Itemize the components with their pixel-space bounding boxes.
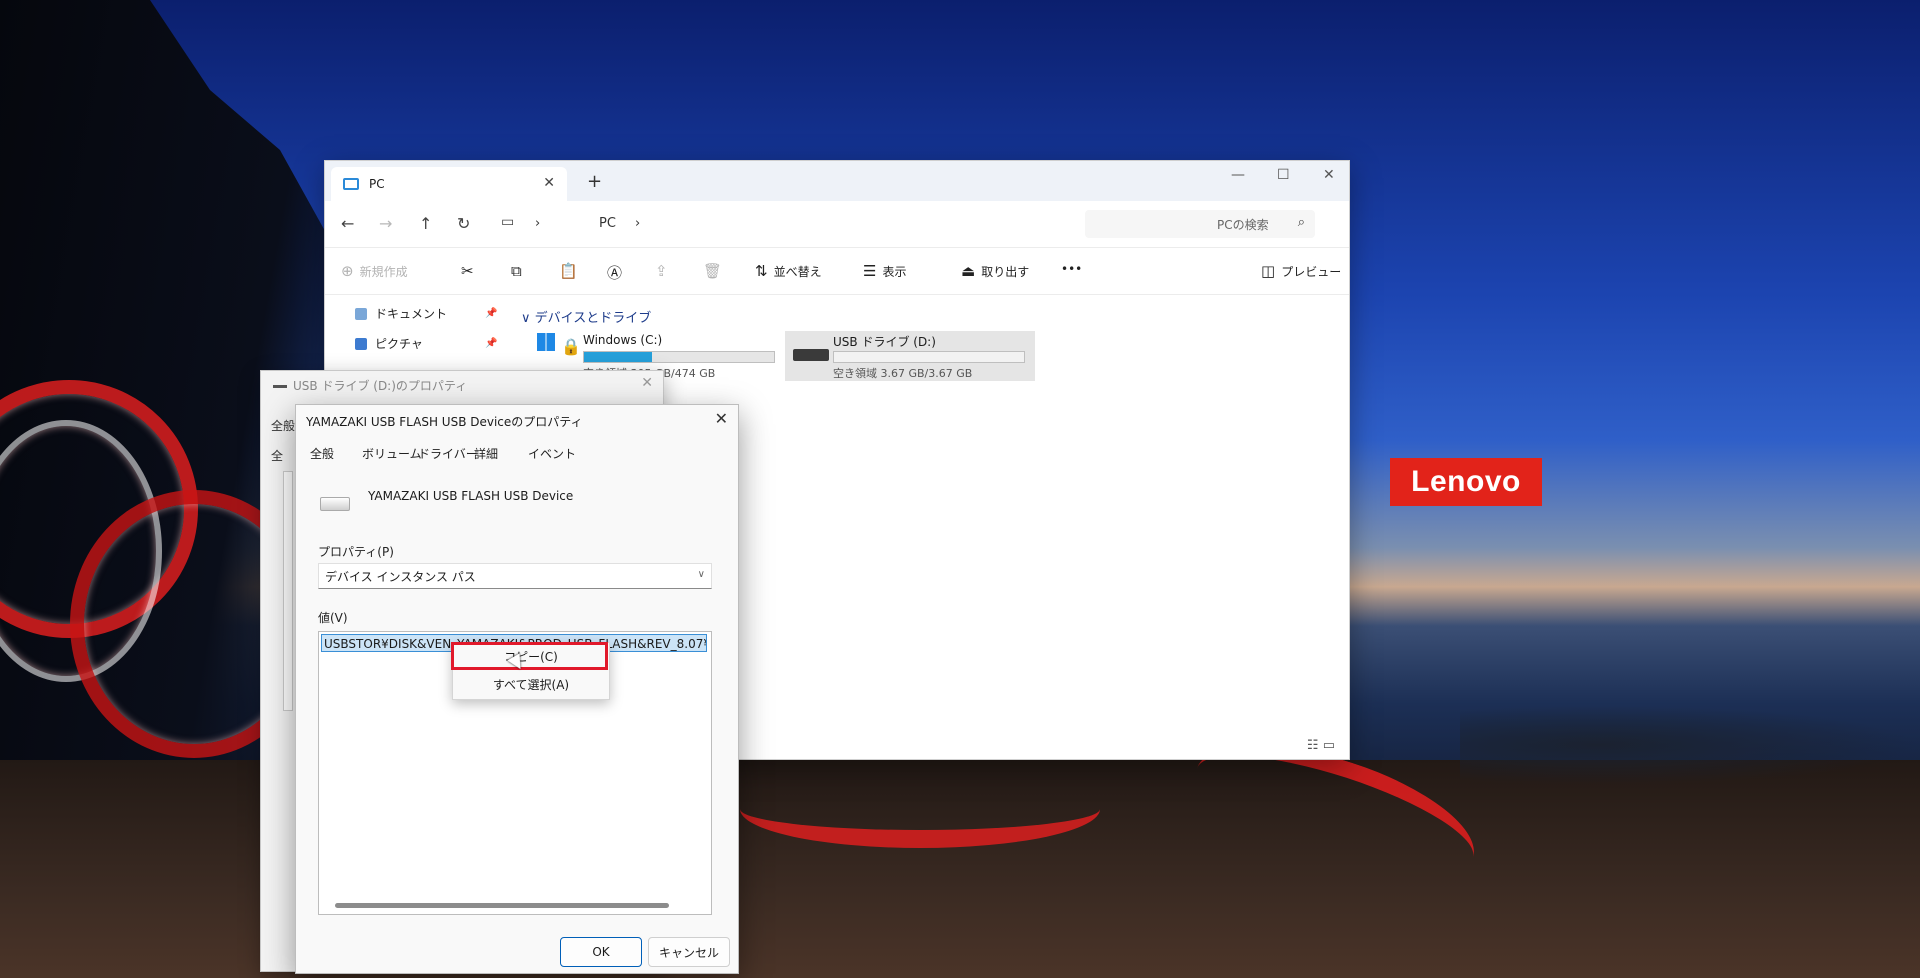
pin-icon: 📌: [485, 308, 498, 319]
drive-icon: [273, 385, 287, 388]
eject-icon: ⏏: [961, 262, 976, 280]
rename-icon[interactable]: Ⓐ: [607, 262, 622, 283]
forward-arrow-icon[interactable]: →: [379, 214, 392, 233]
maximize-button[interactable]: ☐: [1277, 167, 1290, 183]
command-bar: ⊕ 新規作成 ✂ ⧉ 📋 Ⓐ ⇪ 🗑 ⇅ 並べ替え ☰ 表示 ⏏ 取り出す ••…: [325, 247, 1349, 295]
tab-events[interactable]: イベント: [528, 445, 576, 462]
lenovo-logo: Lenovo: [1390, 458, 1542, 506]
tab-label: PC: [369, 177, 385, 191]
cut-icon[interactable]: ✂: [461, 262, 474, 280]
monitor-icon[interactable]: ▭: [501, 214, 514, 230]
share-icon[interactable]: ⇪: [655, 262, 668, 280]
usb-drive-icon: [793, 349, 829, 361]
tab-bar: PC ✕ + — ☐ ✕: [325, 161, 1349, 201]
view-toggle-icons[interactable]: ☷ ▭: [1307, 738, 1335, 753]
picture-icon: [355, 337, 367, 350]
new-button[interactable]: ⊕ 新規作成: [341, 262, 408, 280]
more-options-button[interactable]: •••: [1061, 262, 1082, 276]
close-icon[interactable]: ✕: [715, 409, 728, 428]
address-bar: ← → ↑ ↻ ▭ › PC › PCの検索 ⌕: [325, 201, 1349, 247]
chevron-right-icon[interactable]: ›: [635, 216, 640, 231]
sidebar-item-documents[interactable]: ドキュメント 📌: [355, 305, 497, 322]
monitor-icon: [343, 178, 359, 190]
chevron-right-icon[interactable]: ›: [535, 216, 540, 231]
up-arrow-icon[interactable]: ↑: [419, 214, 432, 233]
plus-circle-icon: ⊕: [341, 262, 354, 280]
tab-details[interactable]: 詳細: [474, 445, 498, 462]
ok-button[interactable]: OK: [560, 937, 642, 967]
search-box[interactable]: PCの検索 ⌕: [1085, 210, 1315, 238]
copy-icon[interactable]: ⧉: [511, 262, 522, 280]
usb-drive-icon: [320, 497, 350, 511]
sort-button[interactable]: ⇅ 並べ替え: [755, 262, 822, 280]
view-list-icon: ☰: [863, 262, 877, 280]
property-label: プロパティ(P): [318, 545, 394, 559]
group-header[interactable]: ∨ デバイスとドライブ: [521, 307, 651, 326]
close-icon[interactable]: ✕: [641, 375, 653, 391]
paste-icon[interactable]: 📋: [559, 262, 578, 280]
tab-partial[interactable]: 全: [271, 447, 283, 464]
lock-icon: 🔒: [561, 337, 581, 356]
pin-icon: 📌: [485, 338, 498, 349]
chevron-down-icon: ∨: [521, 311, 531, 326]
tab-driver[interactable]: ドライバー: [418, 445, 478, 462]
close-window-button[interactable]: ✕: [1323, 167, 1335, 183]
drive-usage-bar: [833, 351, 1025, 363]
dialog-tabs: 全般 ボリューム ドライバー 詳細 イベント: [296, 445, 738, 467]
drive-d[interactable]: USB ドライブ (D:) 空き領域 3.67 GB/3.67 GB: [785, 331, 1035, 381]
new-tab-button[interactable]: +: [587, 171, 602, 192]
delete-icon[interactable]: 🗑: [703, 262, 722, 280]
document-icon: [355, 307, 367, 320]
sidebar-item-pictures[interactable]: ピクチャ 📌: [355, 335, 497, 352]
tab-general[interactable]: 全般: [310, 445, 334, 462]
breadcrumb-pc[interactable]: PC: [599, 216, 616, 231]
view-button[interactable]: ☰ 表示: [863, 262, 906, 280]
close-tab-icon[interactable]: ✕: [543, 175, 555, 191]
cancel-button[interactable]: キャンセル: [648, 937, 730, 967]
tab-general[interactable]: 全般: [271, 417, 295, 434]
minimize-button[interactable]: —: [1231, 167, 1245, 183]
property-select[interactable]: デバイス インスタンス パス ∨: [318, 563, 712, 589]
tab-pc[interactable]: PC ✕: [331, 167, 567, 201]
device-name: YAMAZAKI USB FLASH USB Device: [368, 489, 574, 503]
tab-volume[interactable]: ボリューム: [362, 445, 422, 462]
dialog-title: USB ドライブ (D:)のプロパティ: [273, 377, 467, 394]
wallpaper-ribbon: [740, 770, 1100, 848]
preview-button[interactable]: ◫ プレビュー: [1261, 262, 1341, 280]
sort-icon: ⇅: [755, 262, 768, 280]
back-arrow-icon[interactable]: ←: [341, 214, 354, 233]
value-label: 値(V): [318, 611, 348, 625]
drive-usage-bar: [583, 351, 775, 363]
search-placeholder: PCの検索: [1217, 217, 1269, 232]
preview-pane-icon: ◫: [1261, 262, 1276, 280]
search-icon: ⌕: [1297, 215, 1305, 230]
dialog-title: YAMAZAKI USB FLASH USB Deviceのプロパティ: [306, 415, 583, 429]
horizontal-scrollbar[interactable]: [335, 903, 669, 908]
annotation-highlight: [451, 642, 608, 670]
refresh-icon[interactable]: ↻: [457, 214, 470, 233]
menu-item-select-all[interactable]: すべて選択(A): [453, 671, 609, 697]
dialog-edge: [283, 471, 293, 711]
eject-button[interactable]: ⏏ 取り出す: [961, 262, 1029, 280]
windows-logo-icon: [537, 333, 555, 351]
chevron-down-icon: ∨: [697, 569, 705, 580]
wallpaper-rocks: [1460, 705, 1920, 785]
